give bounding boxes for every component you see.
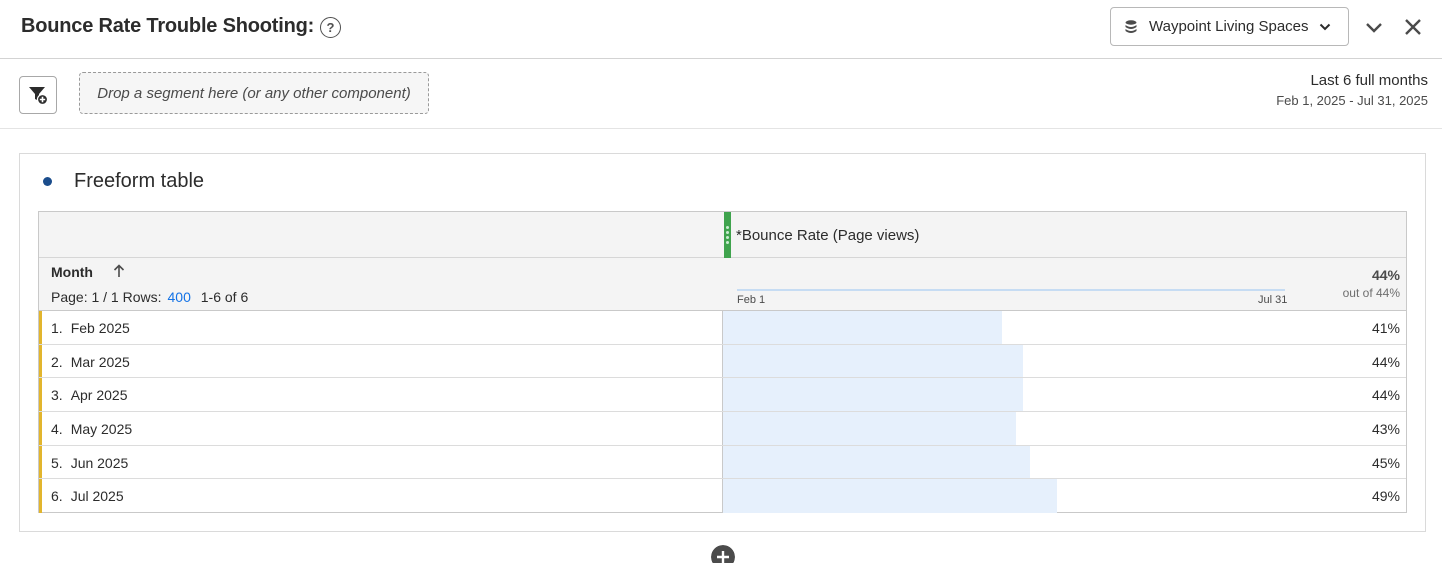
metric-cell: 41% [722, 311, 1406, 344]
panel-header: Bounce Rate Trouble Shooting: ? Waypoint… [0, 0, 1442, 59]
table-body: 1. Feb 2025 41% 2. Mar 2025 44% 3. Apr 2025 [39, 311, 1406, 513]
table-row[interactable]: 4. May 2025 43% [39, 411, 1406, 446]
row-marker [39, 445, 42, 479]
database-icon [1125, 19, 1137, 33]
collapse-chevron-icon[interactable] [1364, 17, 1384, 37]
freeform-table: *Bounce Rate (Page views) Month Page: 1 … [38, 211, 1407, 513]
panel-title: Freeform table [74, 170, 205, 192]
table-row[interactable]: 5. Jun 2025 45% [39, 445, 1406, 480]
row-marker [39, 344, 42, 378]
panel-indicator-dot [43, 177, 52, 186]
metric-cell: 44% [722, 344, 1406, 378]
report-suite-dropdown[interactable]: Waypoint Living Spaces [1110, 7, 1349, 46]
freeform-panel: Freeform table *Bounce Rate (Page views)… [19, 153, 1426, 532]
date-range-picker[interactable]: Last 6 full months Feb 1, 2025 - Jul 31,… [1276, 72, 1428, 108]
row-range-label: 1-6 of 6 [200, 289, 249, 305]
metric-cell: 43% [722, 411, 1406, 445]
row-label: 5. Jun 2025 [51, 454, 129, 471]
row-marker [39, 311, 42, 344]
percent-bar [723, 479, 1057, 513]
metric-value: 44% [1371, 387, 1400, 404]
sort-ascending-icon[interactable] [113, 264, 125, 278]
sparkline-end-label: Jul 31 [1258, 294, 1288, 306]
dimension-column-header[interactable]: Month [51, 264, 93, 280]
row-label: 3. Apr 2025 [51, 387, 128, 404]
table-row[interactable]: 1. Feb 2025 41% [39, 311, 1406, 345]
row-label: 6. Jul 2025 [51, 488, 124, 505]
percent-bar [723, 445, 1030, 479]
row-marker [39, 411, 42, 445]
metric-cell: 45% [722, 445, 1406, 479]
rows-per-page-link[interactable]: 400 [168, 289, 191, 305]
row-marker [39, 378, 42, 411]
metric-value: 41% [1371, 320, 1400, 336]
row-label: 4. May 2025 [51, 420, 133, 437]
metric-total-of: out of 44% [1342, 286, 1400, 300]
project-title: Bounce Rate Trouble Shooting: [21, 15, 315, 37]
dimension-header-row: Month Page: 1 / 1 Rows: 400 1-6 of 6 Feb … [39, 258, 1406, 311]
rows-label: Rows: [122, 289, 162, 305]
metric-column-header[interactable]: *Bounce Rate (Page views) [736, 227, 919, 244]
add-component-icon[interactable] [711, 545, 735, 563]
close-icon[interactable] [1402, 16, 1424, 38]
filter-add-icon [29, 87, 49, 106]
row-label: 2. Mar 2025 [51, 353, 130, 370]
percent-bar [723, 344, 1023, 378]
chevron-down-icon [1319, 23, 1330, 30]
table-row[interactable]: 3. Apr 2025 44% [39, 378, 1406, 412]
metric-header-row: *Bounce Rate (Page views) [39, 212, 1406, 258]
percent-bar [723, 378, 1023, 411]
metric-value: 49% [1371, 488, 1400, 505]
page-label: Page: 1 / 1 [51, 289, 119, 305]
metric-total: 44% [1371, 267, 1400, 283]
row-marker [39, 479, 42, 513]
question-circle-icon[interactable]: ? [320, 17, 341, 38]
metric-cell: 44% [722, 378, 1406, 411]
sparkline-start-label: Feb 1 [737, 294, 766, 306]
percent-bar [723, 411, 1017, 445]
metric-cell: 49% [722, 479, 1406, 513]
segment-dropzone[interactable]: Drop a segment here (or any other compon… [79, 72, 429, 114]
table-row[interactable]: 6. Jul 2025 49% [39, 479, 1406, 513]
add-segment-button[interactable] [19, 76, 57, 114]
table-row[interactable]: 2. Mar 2025 44% [39, 344, 1406, 379]
date-range-label: Last 6 full months [1310, 72, 1428, 89]
metric-value: 43% [1371, 420, 1400, 437]
report-suite-label: Waypoint Living Spaces [1149, 18, 1309, 35]
metric-value: 45% [1371, 454, 1400, 471]
row-label: 1. Feb 2025 [51, 320, 130, 336]
percent-bar [723, 311, 1003, 344]
metric-value: 44% [1371, 353, 1400, 370]
sparkline-axis [737, 289, 1285, 291]
segment-drop-bar: Drop a segment here (or any other compon… [0, 59, 1442, 129]
pagination-info: Page: 1 / 1 Rows: 400 1-6 of 6 [51, 289, 248, 305]
date-range-value: Feb 1, 2025 - Jul 31, 2025 [1276, 93, 1428, 108]
metric-drag-handle[interactable] [724, 212, 731, 258]
